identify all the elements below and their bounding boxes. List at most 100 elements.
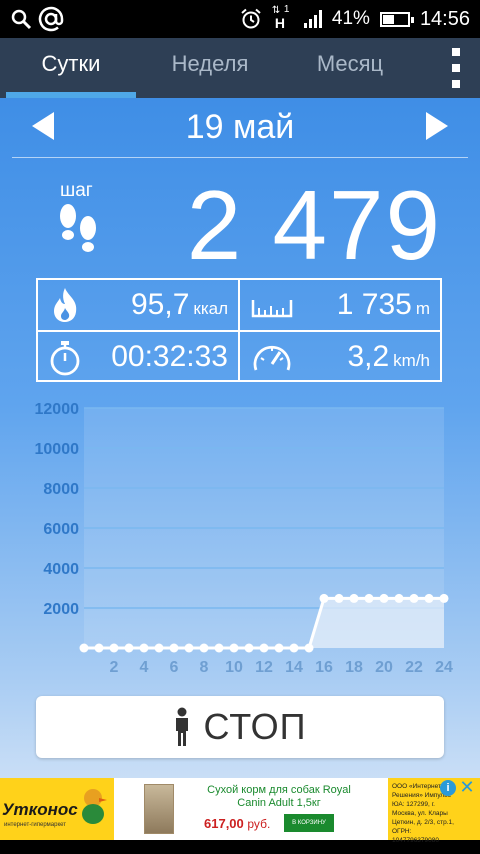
calories-value: 95,7 <box>130 288 190 321</box>
date-navigator: 19 май <box>12 98 468 158</box>
battery-fill <box>382 14 394 24</box>
chart-data-point <box>244 643 254 653</box>
distance-cell: 1 735 m <box>240 280 440 330</box>
chart-x-tick-label: 6 <box>170 659 179 676</box>
chart-data-point <box>259 643 269 653</box>
ad-banner[interactable]: Утконос интернет-гипермаркет Сухой корм … <box>0 778 480 844</box>
ad-title: Сухой корм для собак Royal Canin Adult 1… <box>207 784 351 809</box>
chart-x-tick-label: 22 <box>405 659 423 676</box>
stop-button-label: СТОП <box>203 706 307 747</box>
hourly-steps-chart: 2000 4000 6000 8000 10000 12000 2 4 6 8 10 12 14 16 18… <box>0 396 480 681</box>
ad-cart-button[interactable]: В КОРЗИНУ <box>284 814 334 832</box>
chart-data-point <box>409 593 419 603</box>
step-count: 2 479 <box>186 170 442 280</box>
tab-week[interactable]: Неделя <box>145 38 275 98</box>
signal-icon <box>303 10 322 28</box>
clock: 14:56 <box>419 7 470 30</box>
chart-y-tick-label: 2000 <box>43 601 79 618</box>
at-icon <box>38 6 64 32</box>
ad-brand: Утконос <box>2 800 78 819</box>
chart-y-tick-label: 12000 <box>35 401 80 418</box>
chart-data-point <box>184 643 194 653</box>
chart-data-point <box>424 593 434 603</box>
chart-x-tick-label: 4 <box>140 659 149 676</box>
tab-month[interactable]: Месяц <box>285 38 415 98</box>
chart-data-point <box>379 593 389 603</box>
status-left-icons <box>10 6 64 32</box>
overflow-menu-icon[interactable] <box>450 48 462 88</box>
network-indicator: 1 <box>283 4 290 15</box>
chart-x-tick-label: 10 <box>225 659 243 676</box>
chart-data-point <box>154 643 164 653</box>
stats-grid: 95,7 ккал 1 735 m 00:32:33 3,2 km/h <box>36 278 442 382</box>
calories-value-wrap: 95,7 ккал <box>131 288 228 322</box>
close-icon[interactable]: ✕ <box>458 778 476 796</box>
ad-product-image <box>144 784 174 834</box>
chart-svg: 200040006000800010000120002 4 6 8 10 12 14 16 18… <box>35 401 454 676</box>
person-icon <box>176 707 189 746</box>
duration-cell: 00:32:33 <box>38 332 238 382</box>
chart-data-point <box>229 643 239 653</box>
chart-data-point <box>139 643 149 653</box>
chart-data-point <box>304 643 314 653</box>
chart-data-point <box>274 643 284 653</box>
status-bar: 1 H ⇅ 41% 14:56 <box>0 0 480 38</box>
chart-data-point <box>289 643 299 653</box>
chart-y-tick-label: 4000 <box>43 561 79 578</box>
stop-button[interactable]: СТОП <box>36 696 444 758</box>
chart-y-tick-label: 10000 <box>35 441 80 458</box>
calories-cell: 95,7 ккал <box>38 280 238 330</box>
period-tab-bar: Сутки Неделя Месяц <box>0 38 480 98</box>
battery-icon <box>379 11 414 27</box>
chart-data-point <box>439 593 449 603</box>
stopwatch-icon <box>50 341 80 376</box>
speedometer-icon <box>253 345 291 371</box>
chart-data-point <box>94 643 104 653</box>
chart-x-tick-label: 16 <box>315 659 333 676</box>
tab-day[interactable]: Сутки <box>6 38 136 98</box>
duration-value: 00:32:33 <box>111 340 228 373</box>
next-day-arrow-icon[interactable] <box>426 112 448 140</box>
calories-unit: ккал <box>193 299 228 318</box>
info-icon[interactable]: i <box>440 780 456 796</box>
chart-y-tick-label: 8000 <box>43 481 79 498</box>
ad-currency: руб. <box>247 817 271 831</box>
arrows-glyph: ⇅ <box>271 5 281 16</box>
chart-data-point <box>109 643 119 653</box>
ruler-icon <box>251 300 293 318</box>
chart-data-point <box>199 643 209 653</box>
ad-price: 617,00 <box>204 816 244 831</box>
ad-brand-logo: Утконос интернет-гипермаркет <box>0 778 112 840</box>
data-transfer-icon: 1 H ⇅ <box>272 4 294 34</box>
distance-value-wrap: 1 735 m <box>337 288 430 322</box>
network-type: H <box>274 15 286 31</box>
distance-unit: m <box>415 299 430 318</box>
chart-x-tick-label: 20 <box>375 659 393 676</box>
flame-icon <box>54 288 77 322</box>
steps-label: шаг <box>60 180 93 201</box>
battery-percent: 41% <box>331 8 370 29</box>
chart-x-tick-label: 2 <box>110 659 119 676</box>
status-right-icons: 1 H ⇅ 41% 14:56 <box>240 0 470 38</box>
search-icon <box>11 9 32 30</box>
distance-value: 1 735 <box>336 288 412 321</box>
ad-price-wrap: 617,00 руб. <box>204 816 270 831</box>
chart-data-point <box>319 593 329 603</box>
chart-data-point <box>394 593 404 603</box>
speed-value: 3,2 <box>347 340 390 373</box>
chart-y-tick-label: 6000 <box>43 521 79 538</box>
ad-content: Сухой корм для собак Royal Canin Adult 1… <box>114 778 388 840</box>
chart-x-tick-label: 18 <box>345 659 363 676</box>
duck-mascot-icon <box>82 789 107 824</box>
main-panel: 19 май шаг 2 479 95,7 ккал 1 735 m 00:32… <box>0 98 480 778</box>
footprints-icon <box>60 204 96 252</box>
chart-data-point <box>364 593 374 603</box>
chart-x-tick-label: 8 <box>200 659 209 676</box>
speed-unit: km/h <box>393 351 430 370</box>
ad-brand-sub: интернет-гипермаркет <box>4 822 67 828</box>
chart-x-tick-label: 12 <box>255 659 273 676</box>
chart-data-point <box>169 643 179 653</box>
speed-cell: 3,2 km/h <box>240 332 440 382</box>
chart-data-point <box>124 643 134 653</box>
chart-data-point <box>349 593 359 603</box>
